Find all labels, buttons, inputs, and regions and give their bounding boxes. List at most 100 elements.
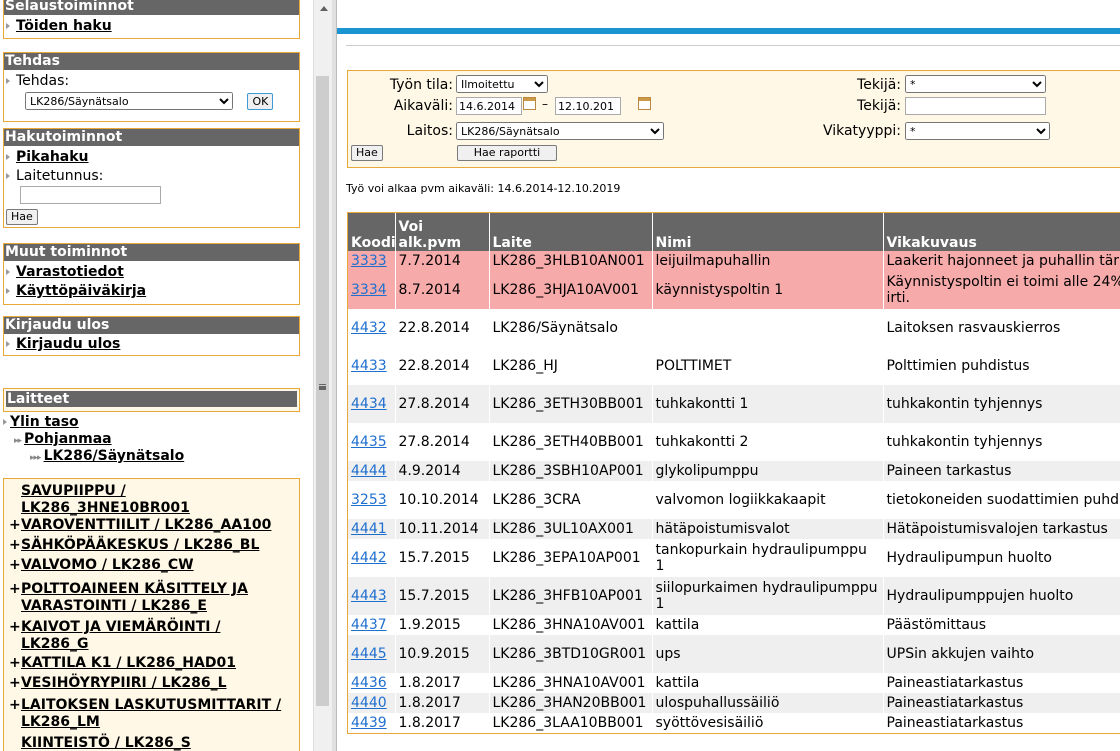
device-group-item[interactable]: +KAIVOT JA VIEMÄRÖINTI / LK286_G [9,619,220,653]
code-cell[interactable]: 4439 [348,713,396,733]
tree-node-region[interactable]: ▸▸ Pohjanmaa [14,431,112,447]
table-row[interactable]: 4440 1.8.2017 LK286_3HAN20BB001 ulospuhallu… [348,693,1120,713]
expand-icon[interactable]: + [9,517,21,534]
report-button[interactable]: Hae raportti [457,145,557,161]
tree-region-link[interactable]: Pohjanmaa [24,431,112,447]
device-group-link-line2[interactable]: LK286_LM [21,714,100,730]
work-order-code-link[interactable]: 3253 [351,492,387,508]
work-order-code-link[interactable]: 3333 [351,253,387,269]
device-group-item[interactable]: SAVUPIIPPU / LK286_3HNE10BR001 [9,483,190,517]
device-group-link[interactable]: LAITOKSEN LASKUTUSMITTARIT / [21,697,281,713]
column-header-code[interactable]: Koodi [348,213,396,251]
column-header-name[interactable]: Nimi [652,213,884,251]
device-group-item[interactable]: +VESIHÖYRYPIIRI / LK286_L [9,675,227,692]
table-row[interactable]: 4441 10.11.2014 LK286_3UL10AX001 hätäpoistu… [348,519,1120,539]
code-cell[interactable]: 4441 [348,519,396,539]
code-cell[interactable]: 4434 [348,385,396,423]
device-group-link[interactable]: VESIHÖYRYPIIRI / LK286_L [21,675,227,691]
expand-icon[interactable]: + [9,581,21,598]
work-order-code-link[interactable]: 4442 [351,550,387,566]
code-cell[interactable]: 4440 [348,693,396,713]
table-row[interactable]: 3333 7.7.2014 LK286_3HLB10AN001 leijuilmapu… [348,251,1120,271]
quick-search-link[interactable]: Pikahaku [16,149,89,165]
device-search-button[interactable]: Hae [6,209,38,225]
tree-root-link[interactable]: Ylin taso [10,414,79,430]
work-order-code-link[interactable]: 4439 [351,715,387,731]
code-cell[interactable]: 4435 [348,423,396,461]
device-group-link-line2[interactable]: VARASTOINTI / LK286_E [21,598,207,614]
logbook-link[interactable]: Käyttöpäiväkirja [16,283,146,299]
column-header-device[interactable]: Laite [489,213,653,251]
device-group-link[interactable]: VALVOMO / LK286_CW [21,557,194,573]
scroll-up-icon[interactable] [320,6,328,11]
device-id-input[interactable] [20,186,161,204]
work-order-code-link[interactable]: 4445 [351,646,387,662]
work-order-code-link[interactable]: 3334 [351,282,387,298]
table-row[interactable]: 4436 1.8.2017 LK286_3HNA10AV001 kattila Pain… [348,673,1120,693]
table-row[interactable]: 4443 15.7.2015 LK286_3HFB10AP001 siilopurka… [348,577,1120,615]
code-cell[interactable]: 4445 [348,635,396,673]
device-group-link[interactable]: KATTILA K1 / LK286_HAD01 [21,655,236,671]
date-to-input[interactable] [555,97,621,115]
table-row[interactable]: 4439 1.8.2017 LK286_3LAA10BB001 syöttövesis… [348,713,1120,733]
table-row[interactable]: 4432 22.8.2014 LK286/Säynätsalo Laitoksen r… [348,309,1120,347]
code-cell[interactable]: 4442 [348,539,396,577]
status-select[interactable]: Ilmoitettu [456,75,548,93]
device-group-link[interactable]: SÄHKÖPÄÄKESKUS / LK286_BL [21,537,259,553]
calendar-icon[interactable] [638,97,652,110]
device-group-item[interactable]: +SÄHKÖPÄÄKESKUS / LK286_BL [9,537,259,554]
work-order-code-link[interactable]: 4440 [351,695,387,711]
nav-item-quick-search[interactable]: Pikahaku [4,146,299,167]
device-group-item[interactable]: +POLTTOAINEEN KÄSITTELY JA VARASTOINTI / … [9,581,248,615]
device-group-link[interactable]: SAVUPIIPPU / [21,483,126,499]
work-order-code-link[interactable]: 4433 [351,358,387,374]
table-row[interactable]: 3334 8.7.2014 LK286_3HJA10AV001 käynnistysp… [348,271,1120,309]
work-search-link[interactable]: Töiden haku [16,18,112,34]
calendar-icon[interactable] [523,97,536,110]
expand-icon[interactable]: + [9,557,21,574]
column-header-fault[interactable]: Vikakuvaus [883,213,1120,251]
table-row[interactable]: 4445 10.9.2015 LK286_3BTD10GR001 ups UPSin a… [348,635,1120,673]
device-group-item[interactable]: +VALVOMO / LK286_CW [9,557,194,574]
device-group-item[interactable]: +LAITOKSEN LASKUTUSMITTARIT / LK286_LM [9,697,281,731]
table-row[interactable]: 4437 1.9.2015 LK286_3HNA10AV001 kattila Pääs… [348,615,1120,635]
code-cell[interactable]: 4436 [348,673,396,693]
fault-type-select[interactable]: * [905,122,1050,140]
expand-icon[interactable]: + [9,697,21,714]
device-group-link[interactable]: VAROVENTTIILIT / LK286_AA100 [21,517,271,533]
work-order-code-link[interactable]: 4432 [351,320,387,336]
device-group-link[interactable]: KAIVOT JA VIEMÄRÖINTI / [21,619,220,635]
expand-icon[interactable]: + [9,675,21,692]
code-cell[interactable]: 3333 [348,251,396,271]
device-group-item[interactable]: +KATTILA K1 / LK286_HAD01 [9,655,236,672]
nav-item-logbook[interactable]: Käyttöpäiväkirja [4,282,299,301]
work-order-code-link[interactable]: 4437 [351,617,387,633]
worker-input[interactable] [905,97,1046,115]
table-row[interactable]: 3253 10.10.2014 LK286_3CRA valvomon logiikk… [348,481,1120,519]
code-cell[interactable]: 4432 [348,309,396,347]
table-row[interactable]: 4444 4.9.2014 LK286_3SBH10AP001 glykolipump… [348,461,1120,481]
device-group-item[interactable]: +VAROVENTTIILIT / LK286_AA100 [9,517,271,534]
device-group-item[interactable]: KIINTEISTÖ / LK286_S [9,735,191,751]
work-order-code-link[interactable]: 4441 [351,521,387,537]
table-row[interactable]: 4435 27.8.2014 LK286_3ETH40BB001 tuhkakontt… [348,423,1120,461]
date-from-input[interactable] [456,97,522,115]
code-cell[interactable]: 4437 [348,615,396,635]
table-row[interactable]: 4433 22.8.2014 LK286_HJ POLTTIMET Polttimien… [348,347,1120,385]
nav-item-logout[interactable]: Kirjaudu ulos [4,334,299,354]
worker-select[interactable]: * [905,75,1046,93]
expand-icon[interactable]: + [9,537,21,554]
work-order-code-link[interactable]: 4436 [351,675,387,691]
device-group-link-line2[interactable]: LK286_3HNE10BR001 [21,500,190,516]
expand-icon[interactable]: + [9,655,21,672]
code-cell[interactable]: 4444 [348,461,396,481]
code-cell[interactable]: 4433 [348,347,396,385]
expand-icon[interactable]: + [9,619,21,636]
tree-node-plant[interactable]: ▸▸▸ LK286/Säynätsalo [30,448,184,464]
search-button[interactable]: Hae [351,145,383,161]
nav-item-work-search[interactable]: Töiden haku [4,15,299,36]
work-order-code-link[interactable]: 4435 [351,434,387,450]
code-cell[interactable]: 3253 [348,481,396,519]
work-order-code-link[interactable]: 4443 [351,588,387,604]
inventory-link[interactable]: Varastotiedot [16,264,124,280]
